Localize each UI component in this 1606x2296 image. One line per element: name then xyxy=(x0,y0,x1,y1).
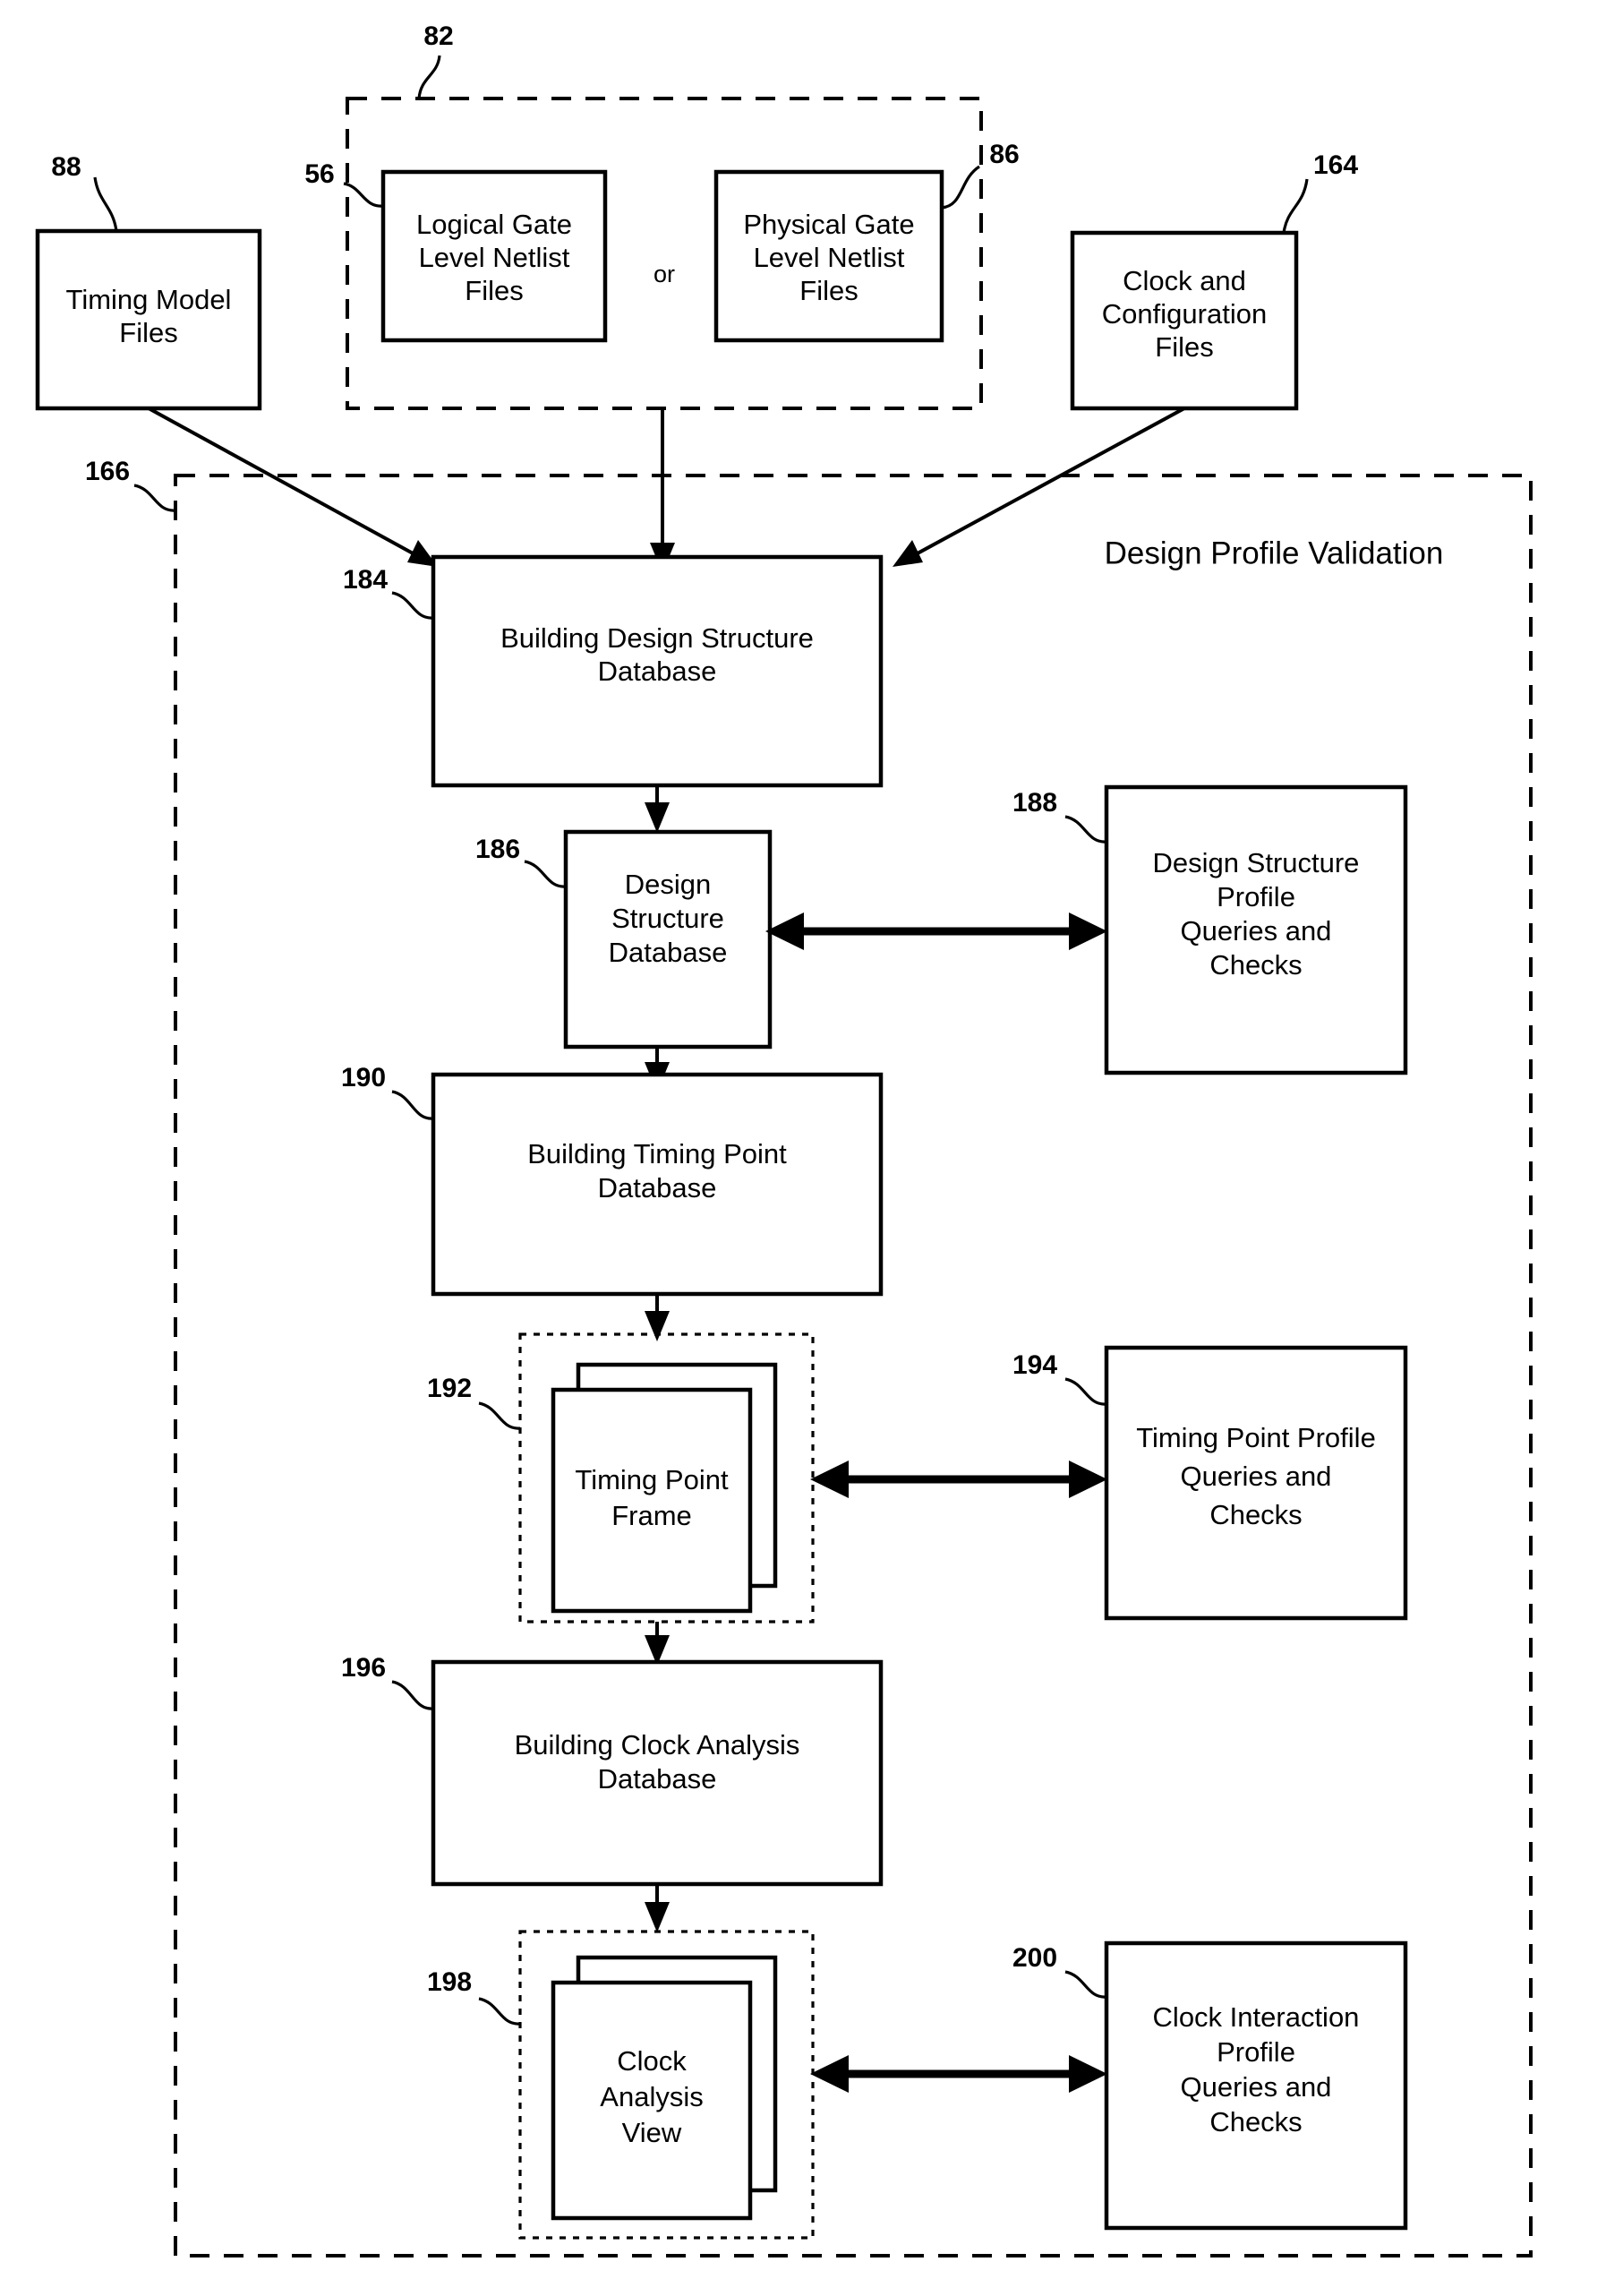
ref-number-190: 190 xyxy=(341,1063,386,1092)
timing-point-frame-line-2: Frame xyxy=(611,1500,692,1531)
arrowhead-build-dsdb-to-dsdb xyxy=(645,802,670,833)
physical-gate-level-netlist-files-line-3: Files xyxy=(799,275,858,306)
ref-number-192: 192 xyxy=(427,1374,472,1403)
ref-number-200: 200 xyxy=(1012,1943,1057,1973)
building-design-structure-database-line-2: Database xyxy=(598,655,717,687)
ds-queries-line-3: Queries and xyxy=(1181,915,1332,947)
ref-number-198: 198 xyxy=(427,1967,472,1997)
building-clock-analysis-database-line-2: Database xyxy=(598,1763,717,1795)
tp-queries-line-1: Timing Point Profile xyxy=(1136,1422,1376,1453)
timing-model-files-line-2: Files xyxy=(119,317,177,348)
leader-164 xyxy=(1282,178,1309,234)
ref-number-196: 196 xyxy=(341,1653,386,1683)
building-timing-point-database-line-2: Database xyxy=(598,1172,717,1204)
ds-queries-line-1: Design Structure xyxy=(1153,847,1360,878)
clock-analysis-view-line-3: View xyxy=(622,2117,682,2148)
design-structure-database-line-1: Design xyxy=(625,869,712,900)
leader-86 xyxy=(941,165,980,210)
leader-192 xyxy=(478,1401,521,1430)
physical-gate-level-netlist-files-line-2: Level Netlist xyxy=(754,242,905,273)
arrowhead-right-caview-queries xyxy=(1069,2055,1107,2093)
clock-queries-line-4: Checks xyxy=(1209,2106,1302,2138)
ref-number-86: 86 xyxy=(989,140,1019,169)
logical-gate-level-netlist-files-line-3: Files xyxy=(465,275,523,306)
arrowhead-build-tpdb-to-tpframe xyxy=(645,1311,670,1341)
ref-number-164: 164 xyxy=(1313,150,1358,180)
arrowhead-right-dsdb-queries xyxy=(1069,912,1107,950)
leader-200 xyxy=(1064,1970,1107,1999)
arrowhead-left-caview-queries xyxy=(810,2055,849,2093)
leader-196 xyxy=(391,1680,434,1710)
leader-82 xyxy=(417,55,441,99)
clock-queries-line-2: Profile xyxy=(1217,2036,1295,2068)
logical-gate-level-netlist-files-line-1: Logical Gate xyxy=(416,209,572,240)
leader-88 xyxy=(93,176,118,232)
section-title-design-profile-validation: Design Profile Validation xyxy=(1105,535,1444,570)
ref-number-88: 88 xyxy=(51,152,81,182)
arrow-timing-model-to-build-dsdb xyxy=(148,407,425,561)
design-structure-database-line-3: Database xyxy=(609,937,728,968)
timing-point-frame-line-1: Timing Point xyxy=(575,1464,729,1495)
leader-166 xyxy=(133,484,176,512)
arrowhead-left-tpframe-queries xyxy=(810,1461,849,1498)
ds-queries-line-2: Profile xyxy=(1217,881,1295,912)
clock-and-configuration-files-line-3: Files xyxy=(1155,331,1213,363)
patent-flow-diagram: 82 Logical Gate Level Netlist Files 56 o… xyxy=(35,21,1533,2257)
timing-model-files-line-1: Timing Model xyxy=(66,284,232,315)
tp-queries-line-2: Queries and xyxy=(1181,1461,1332,1492)
building-design-structure-database-line-1: Building Design Structure xyxy=(500,622,814,654)
leader-184 xyxy=(391,591,434,620)
physical-gate-level-netlist-files-line-1: Physical Gate xyxy=(743,209,914,240)
design-structure-database-line-2: Structure xyxy=(611,903,724,934)
arrowhead-right-tpframe-queries xyxy=(1069,1461,1107,1498)
clock-queries-line-3: Queries and xyxy=(1181,2071,1332,2103)
leader-186 xyxy=(524,860,567,888)
arrowhead-clock-config-to-build-dsdb xyxy=(893,540,923,567)
clock-and-configuration-files-line-1: Clock and xyxy=(1123,265,1246,296)
ref-number-186: 186 xyxy=(475,835,520,864)
leader-188 xyxy=(1064,815,1107,844)
clock-and-configuration-files-line-2: Configuration xyxy=(1102,298,1267,330)
leader-190 xyxy=(391,1090,434,1120)
clock-analysis-view-line-1: Clock xyxy=(617,2045,687,2077)
leader-198 xyxy=(478,1997,521,2026)
ref-number-184: 184 xyxy=(343,565,388,595)
or-label: or xyxy=(654,261,675,287)
building-clock-analysis-database-line-1: Building Clock Analysis xyxy=(515,1729,800,1761)
ref-number-188: 188 xyxy=(1012,788,1057,818)
logical-gate-level-netlist-files-line-2: Level Netlist xyxy=(419,242,570,273)
leader-56 xyxy=(343,182,384,208)
ref-number-194: 194 xyxy=(1012,1350,1057,1380)
clock-queries-line-1: Clock Interaction xyxy=(1153,2001,1360,2033)
ref-number-56: 56 xyxy=(304,159,334,189)
arrowhead-build-cadb-to-caview xyxy=(645,1902,670,1932)
clock-analysis-view-line-2: Analysis xyxy=(600,2081,703,2112)
ds-queries-line-4: Checks xyxy=(1209,949,1302,981)
building-timing-point-database-line-1: Building Timing Point xyxy=(527,1138,787,1169)
tp-queries-line-3: Checks xyxy=(1209,1499,1302,1530)
leader-194 xyxy=(1064,1377,1107,1406)
ref-number-166: 166 xyxy=(85,457,130,486)
ref-number-82: 82 xyxy=(423,21,453,51)
